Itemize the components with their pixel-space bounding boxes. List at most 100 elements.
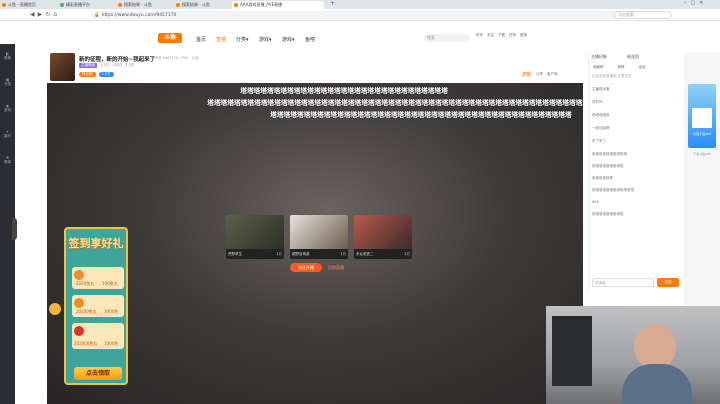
browser-tab[interactable]: 搜索结果 · 斗鱼 (116, 1, 174, 9)
webcam-overlay (546, 306, 720, 404)
rail-item-fun[interactable]: ✦ 娱乐 (0, 130, 15, 139)
chat-message: 好好好 (592, 100, 603, 104)
nav-buttons-icon[interactable]: ◀▶↻⌂ (30, 11, 60, 18)
fan-club-badge[interactable]: 粉丝团 (79, 72, 96, 77)
chat-top-tabs: 主播印象 粉丝团 (591, 54, 639, 60)
report-button[interactable]: 举报 (521, 72, 532, 77)
room-info-bar: 新的征程，新的开始~我起来了 房间号 9457170 · PVE · 公会 主播… (47, 52, 583, 83)
stat-hot: 1.2万 (100, 63, 110, 67)
history-icon[interactable]: 历史 (476, 33, 483, 38)
chat-message: 塔塔塔塔塔塔 (592, 176, 613, 180)
nav-live[interactable]: 直播 (216, 36, 226, 43)
chat-input[interactable]: 发弹幕 (592, 278, 654, 287)
tab-fanclub[interactable]: 粉丝团 (627, 54, 639, 60)
browser-tab[interactable]: 斗鱼 · 直播首页 (0, 1, 58, 9)
chat-rank-tabs: 贡献榜 周榜 全站 (593, 65, 646, 70)
browser-tab-strip: 斗鱼 · 直播首页 精彩直播平台 搜索结果 · 斗鱼 搜索结果 · 斗鱼 AAA… (0, 0, 720, 9)
tab-favicon-icon (60, 3, 64, 7)
chat-panel: 主播印象 粉丝团 贡献榜 周榜 全站 欢迎来到直播间,友善发言 主播真厉害 好好… (588, 52, 683, 292)
tab-impression[interactable]: 主播印象 (591, 54, 607, 60)
chat-message: 塔塔塔塔塔 (592, 113, 610, 117)
gift-icon (74, 326, 84, 336)
nav-home[interactable]: 首页 (196, 36, 206, 43)
signin-title: 签到享好礼 (68, 237, 124, 250)
right-promo-strip: 扫码下载APP 下载斗鱼APP (684, 52, 720, 306)
stat-followers: 158万 (112, 63, 123, 67)
level-badge[interactable]: 1.2万 (98, 72, 114, 77)
fish-ball-icon (74, 270, 84, 280)
rail-item-category[interactable]: ▦ 分类 (0, 78, 15, 87)
reward-item: 202000鱼丸 1000鱼 (72, 323, 124, 349)
chat-message: 塔塔塔塔塔塔塔塔塔塔塔塔 (592, 188, 634, 192)
window-controls-icon[interactable]: –▢✕ (684, 0, 707, 6)
danmu-line: 塔塔塔塔塔塔塔塔塔塔塔塔塔塔塔塔塔塔塔塔塔塔塔塔塔塔塔塔塔塔塔塔塔塔塔塔塔塔塔塔… (207, 99, 583, 107)
streamer-avatar[interactable] (50, 53, 75, 81)
address-bar[interactable]: 🔒 https://www.douyu.com/9457170 (90, 11, 670, 19)
claim-button[interactable]: 点击领取 (74, 367, 122, 380)
share-button[interactable]: 分享 (536, 72, 543, 77)
browser-search-input[interactable]: 点击搜索 (614, 11, 672, 19)
site-search-input[interactable]: 搜索 (424, 34, 470, 42)
reward-item: 20200鱼丸 3000鱼 (72, 295, 124, 317)
reward-item: 2020鱼丸 100鱼丸 (72, 267, 124, 289)
rail-collapse-handle[interactable] (12, 218, 17, 240)
room-meta: 房间号 9457170 · PVE · 公会 (151, 56, 199, 60)
nav-category[interactable]: 分类▾ (236, 36, 249, 43)
client-button[interactable]: 客户端 (547, 72, 558, 77)
tab-favicon-icon (234, 3, 238, 7)
site-logo[interactable]: 斗鱼 (158, 33, 182, 43)
recommend-card[interactable]: 东北老铁二 2万 (354, 215, 412, 259)
chat-message: 塔塔塔塔塔塔塔塔塔 (592, 164, 624, 168)
follow-icon[interactable]: 关注 (487, 33, 494, 38)
sidebar-hint (0, 22, 47, 44)
nav-yuba[interactable]: 鱼吧 (305, 36, 315, 43)
send-button[interactable]: 发送 (657, 278, 679, 287)
chat-message: 来了来了 (592, 139, 606, 143)
chat-message: 塔塔塔塔塔塔塔塔塔 (592, 212, 624, 216)
danmu-line: 塔塔塔塔塔塔塔塔塔塔塔塔塔塔塔塔塔塔塔塔塔塔塔塔塔塔塔塔塔塔塔 (240, 87, 448, 95)
card-thumbnail (354, 215, 412, 249)
fish-ball-icon (74, 298, 84, 308)
tab-favicon-icon (2, 3, 6, 7)
browser-tab[interactable]: 搜索结果 · 斗鱼 (174, 1, 232, 9)
webcam-body (622, 364, 692, 404)
browser-tab[interactable]: 精彩直播平台 (58, 1, 116, 9)
new-tab-button[interactable]: + (330, 0, 335, 7)
card-thumbnail (226, 215, 284, 249)
download-app-panel[interactable]: 扫码下载APP (688, 84, 716, 148)
header-icon-group: 历史 关注 下载 任务 登录 (476, 33, 527, 38)
stat-fans: 4.3万 (125, 63, 135, 67)
lock-icon: 🔒 (94, 12, 100, 18)
back-to-live-link[interactable]: 回到直播 (328, 263, 344, 272)
chat-message: 主播真厉害 (592, 87, 610, 91)
tab-favicon-icon (118, 3, 122, 7)
tab-contrib[interactable]: 贡献榜 (593, 65, 604, 70)
chat-message: 一起加油啊 (592, 126, 610, 130)
rail-item-games[interactable]: ◉ 游戏 (0, 104, 15, 113)
rail-item-events[interactable]: ⚑ 赛事 (0, 156, 15, 165)
download-app-caption: 下载斗鱼APP (693, 152, 711, 156)
rail-item-recommend[interactable]: ◧ 推荐 (0, 52, 15, 61)
follow-live-button[interactable]: 关注开播 (290, 263, 322, 272)
nav-games[interactable]: 游戏▾ (259, 36, 272, 43)
float-coin-icon[interactable] (49, 303, 61, 315)
webcam-background-object (552, 316, 592, 386)
room-tags: 主播等级 1.2万 158万 4.3万 (79, 63, 134, 68)
tab-all[interactable]: 全站 (639, 65, 646, 70)
url-text: https://www.douyu.com/9457170 (101, 12, 177, 18)
task-icon[interactable]: 任务 (509, 33, 516, 38)
login-icon[interactable]: 登录 (520, 33, 527, 38)
room-badges: 粉丝团 1.2万 (79, 72, 114, 77)
room-actions: 举报 分享 客户端 (521, 72, 558, 77)
recommend-card[interactable]: 荒野求生 1万 (226, 215, 284, 259)
chat-notice: 欢迎来到直播间,友善发言 (592, 74, 632, 78)
browser-tab-active[interactable]: AAA游戏直播_PVE直播 (232, 1, 324, 9)
signin-panel: 签到享好礼 2020鱼丸 100鱼丸 20200鱼丸 3000鱼 202000鱼… (64, 227, 128, 385)
nav-games-2[interactable]: 游戏▾ (282, 36, 295, 43)
room-title: 新的征程，新的开始~我起来了 (79, 57, 156, 63)
download-icon[interactable]: 下载 (498, 33, 505, 38)
recommend-card[interactable]: 越野自驾游 1万 (290, 215, 348, 259)
chat-message: 666 (592, 200, 599, 204)
qr-code-icon (692, 108, 712, 128)
tab-week[interactable]: 周榜 (618, 65, 625, 70)
